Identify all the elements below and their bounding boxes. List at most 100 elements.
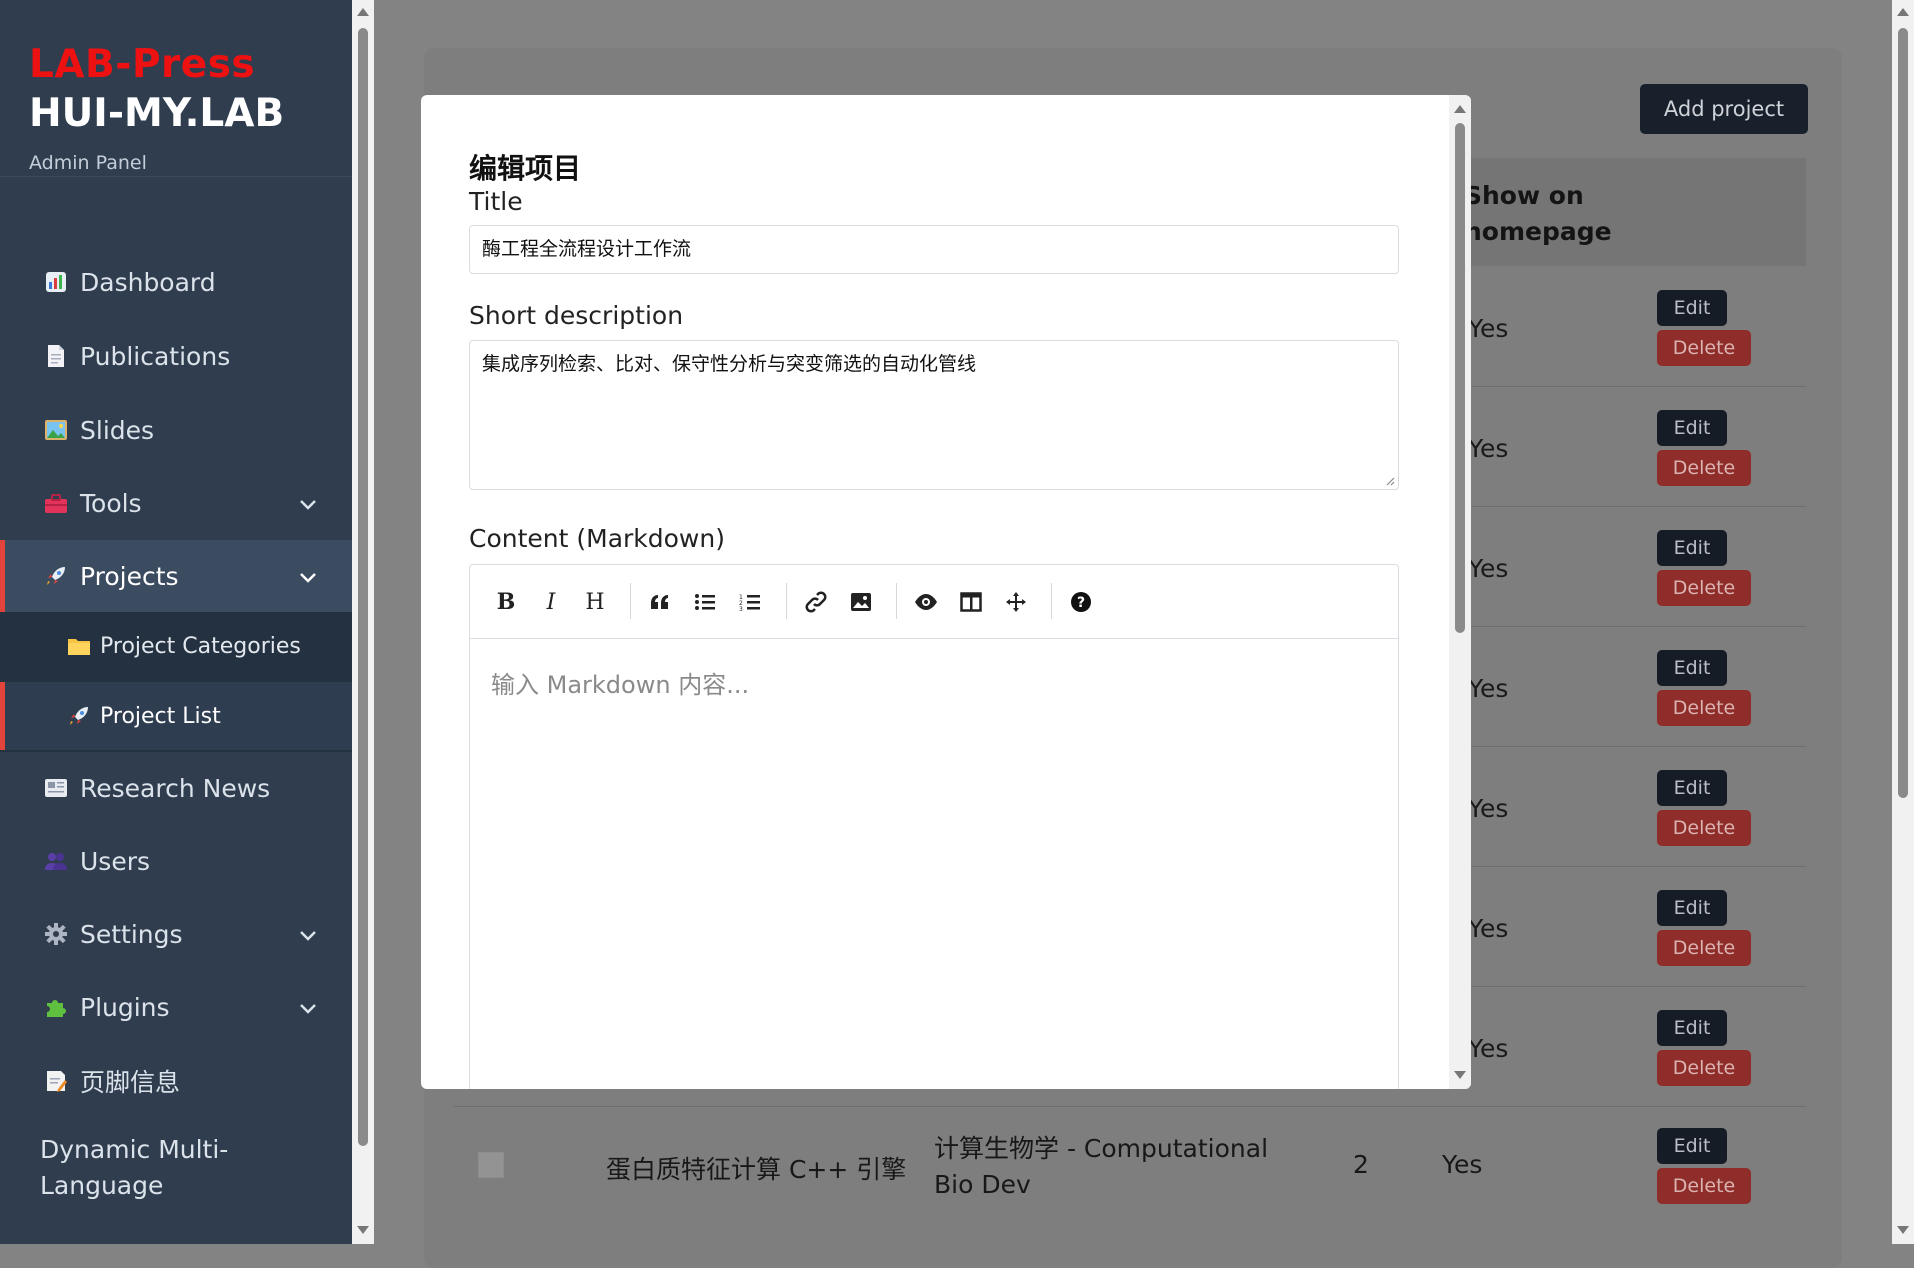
title-label: Title <box>469 187 523 216</box>
sidebar-item-label: Settings <box>80 919 183 949</box>
sidebar-item-users[interactable]: Users <box>0 825 352 897</box>
scroll-down-arrow-icon[interactable] <box>1897 1226 1909 1234</box>
sidebar-item-label: 页脚信息 <box>80 1068 181 1097</box>
folder-icon <box>66 633 92 659</box>
chart-icon <box>42 268 70 296</box>
delete-button[interactable]: Delete <box>1657 930 1751 966</box>
scroll-down-arrow-icon[interactable] <box>1454 1071 1466 1079</box>
project-show-homepage: Yes <box>1468 314 1509 343</box>
title-input[interactable]: 酶工程全流程设计工作流 <box>469 225 1399 274</box>
sidebar-item-project-categories[interactable]: Project Categories <box>0 612 352 680</box>
edit-button[interactable]: Edit <box>1657 770 1727 806</box>
chevron-down-icon[interactable] <box>298 995 318 1024</box>
sidebar-item-tools[interactable]: Tools <box>0 467 352 539</box>
sidebar-item-plugins[interactable]: Plugins <box>0 971 352 1043</box>
markdown-editor: B I H 123 ? 输入 Markdown 内容... <box>469 564 1399 1089</box>
brand-site-name[interactable]: HUI-MY.LAB <box>29 88 352 140</box>
svg-text:?: ? <box>1077 595 1085 611</box>
edit-button[interactable]: Edit <box>1657 650 1727 686</box>
edit-button[interactable]: Edit <box>1657 410 1727 446</box>
delete-button[interactable]: Delete <box>1657 450 1751 486</box>
document-icon <box>42 342 70 370</box>
delete-button[interactable]: Delete <box>1657 810 1751 846</box>
link-icon[interactable] <box>801 587 831 617</box>
sidebar-item-label: Slides <box>80 415 155 445</box>
rocket-icon <box>66 703 92 729</box>
sidebar: LAB-Press HUI-MY.LAB Admin Panel Dashboa… <box>0 0 352 1244</box>
project-show-homepage: Yes <box>1468 794 1509 823</box>
edit-button[interactable]: Edit <box>1657 1010 1727 1046</box>
ordered-list-icon[interactable]: 123 <box>735 587 765 617</box>
project-category: 计算生物学 - Computational Bio Dev <box>934 1134 1269 1199</box>
bold-icon[interactable]: B <box>491 587 521 617</box>
sidebar-subitem-label: Project Categories <box>100 633 301 659</box>
content-markdown-label: Content (Markdown) <box>469 524 725 553</box>
sidebar-scroll-thumb[interactable] <box>358 28 368 1146</box>
short-description-value: 集成序列检索、比对、保守性分析与突变筛选的自动化管线 <box>482 353 977 375</box>
rocket-icon <box>42 562 70 590</box>
brand: LAB-Press HUI-MY.LAB Admin Panel <box>0 0 352 177</box>
chevron-down-icon[interactable] <box>298 922 318 951</box>
page-scrollbar[interactable] <box>1892 0 1914 1244</box>
sidebar-item-research-news[interactable]: Research News <box>0 752 352 824</box>
scroll-down-arrow-icon[interactable] <box>357 1226 369 1234</box>
toolbox-icon <box>42 489 70 517</box>
toolbar-separator <box>630 583 631 619</box>
brand-lab-name[interactable]: LAB-Press <box>29 42 352 88</box>
scroll-up-arrow-icon[interactable] <box>1454 105 1466 113</box>
table-row: 蛋白质特征计算 C++ 引擎 计算生物学 - Computational Bio… <box>454 1130 1806 1226</box>
project-show-homepage: Yes <box>1442 1150 1483 1179</box>
scroll-up-arrow-icon[interactable] <box>357 8 369 16</box>
quote-icon[interactable] <box>645 587 675 617</box>
sidebar-item-projects[interactable]: Projects <box>0 540 352 612</box>
edit-button[interactable]: Edit <box>1657 890 1727 926</box>
scroll-up-arrow-icon[interactable] <box>1897 8 1909 16</box>
modal-scrollbar[interactable] <box>1449 95 1471 1089</box>
italic-icon[interactable]: I <box>536 587 566 617</box>
edit-project-modal: 编辑项目 Title 酶工程全流程设计工作流 Short description… <box>421 95 1471 1089</box>
sidebar-item-label: Users <box>80 846 151 876</box>
short-description-textarea[interactable]: 集成序列检索、比对、保守性分析与突变筛选的自动化管线 <box>469 340 1399 490</box>
sidebar-item-label: Plugins <box>80 992 170 1022</box>
sidebar-item-settings[interactable]: Settings <box>0 898 352 970</box>
chevron-down-icon[interactable] <box>298 564 318 593</box>
edit-button[interactable]: Edit <box>1657 530 1727 566</box>
row-divider <box>454 1106 1806 1107</box>
sidebar-subitem-label: Project List <box>100 703 221 729</box>
delete-button[interactable]: Delete <box>1657 570 1751 606</box>
fullscreen-arrows-icon[interactable] <box>1001 587 1031 617</box>
modal-scroll-thumb[interactable] <box>1455 123 1465 633</box>
sidebar-item-slides[interactable]: Slides <box>0 394 352 466</box>
sidebar-item-project-list[interactable]: Project List <box>0 682 352 750</box>
project-order: 2 <box>1353 1150 1369 1179</box>
sidebar-item-footer-info[interactable]: 页脚信息 <box>0 1045 352 1117</box>
editor-toolbar: B I H 123 ? <box>470 565 1398 639</box>
unordered-list-icon[interactable] <box>690 587 720 617</box>
project-show-homepage: Yes <box>1468 674 1509 703</box>
sidebar-scrollbar[interactable] <box>352 0 374 1244</box>
page-scroll-thumb[interactable] <box>1898 28 1908 798</box>
newspaper-icon <box>42 774 70 802</box>
delete-button[interactable]: Delete <box>1657 1050 1751 1086</box>
sidebar-item-publications[interactable]: Publications <box>0 320 352 392</box>
resize-handle-icon[interactable] <box>1385 476 1395 486</box>
add-project-button[interactable]: Add project <box>1640 84 1808 134</box>
heading-icon[interactable]: H <box>580 587 610 617</box>
gear-icon <box>42 920 70 948</box>
side-by-side-icon[interactable] <box>956 587 986 617</box>
sidebar-item-dashboard[interactable]: Dashboard <box>0 246 352 318</box>
delete-button[interactable]: Delete <box>1657 690 1751 726</box>
edit-button[interactable]: Edit <box>1657 290 1727 326</box>
sidebar-item-dynamic-multi-language[interactable]: Dynamic Multi-Language <box>0 1118 260 1218</box>
project-show-homepage: Yes <box>1468 1034 1509 1063</box>
project-show-homepage: Yes <box>1468 914 1509 943</box>
users-icon <box>42 847 70 875</box>
help-question-icon[interactable]: ? <box>1066 587 1096 617</box>
preview-eye-icon[interactable] <box>911 587 941 617</box>
delete-button[interactable]: Delete <box>1657 330 1751 366</box>
markdown-content-input[interactable]: 输入 Markdown 内容... <box>491 665 749 700</box>
short-description-label: Short description <box>469 301 684 330</box>
chevron-down-icon[interactable] <box>298 491 318 520</box>
picture-icon <box>42 416 70 444</box>
image-icon[interactable] <box>846 587 876 617</box>
